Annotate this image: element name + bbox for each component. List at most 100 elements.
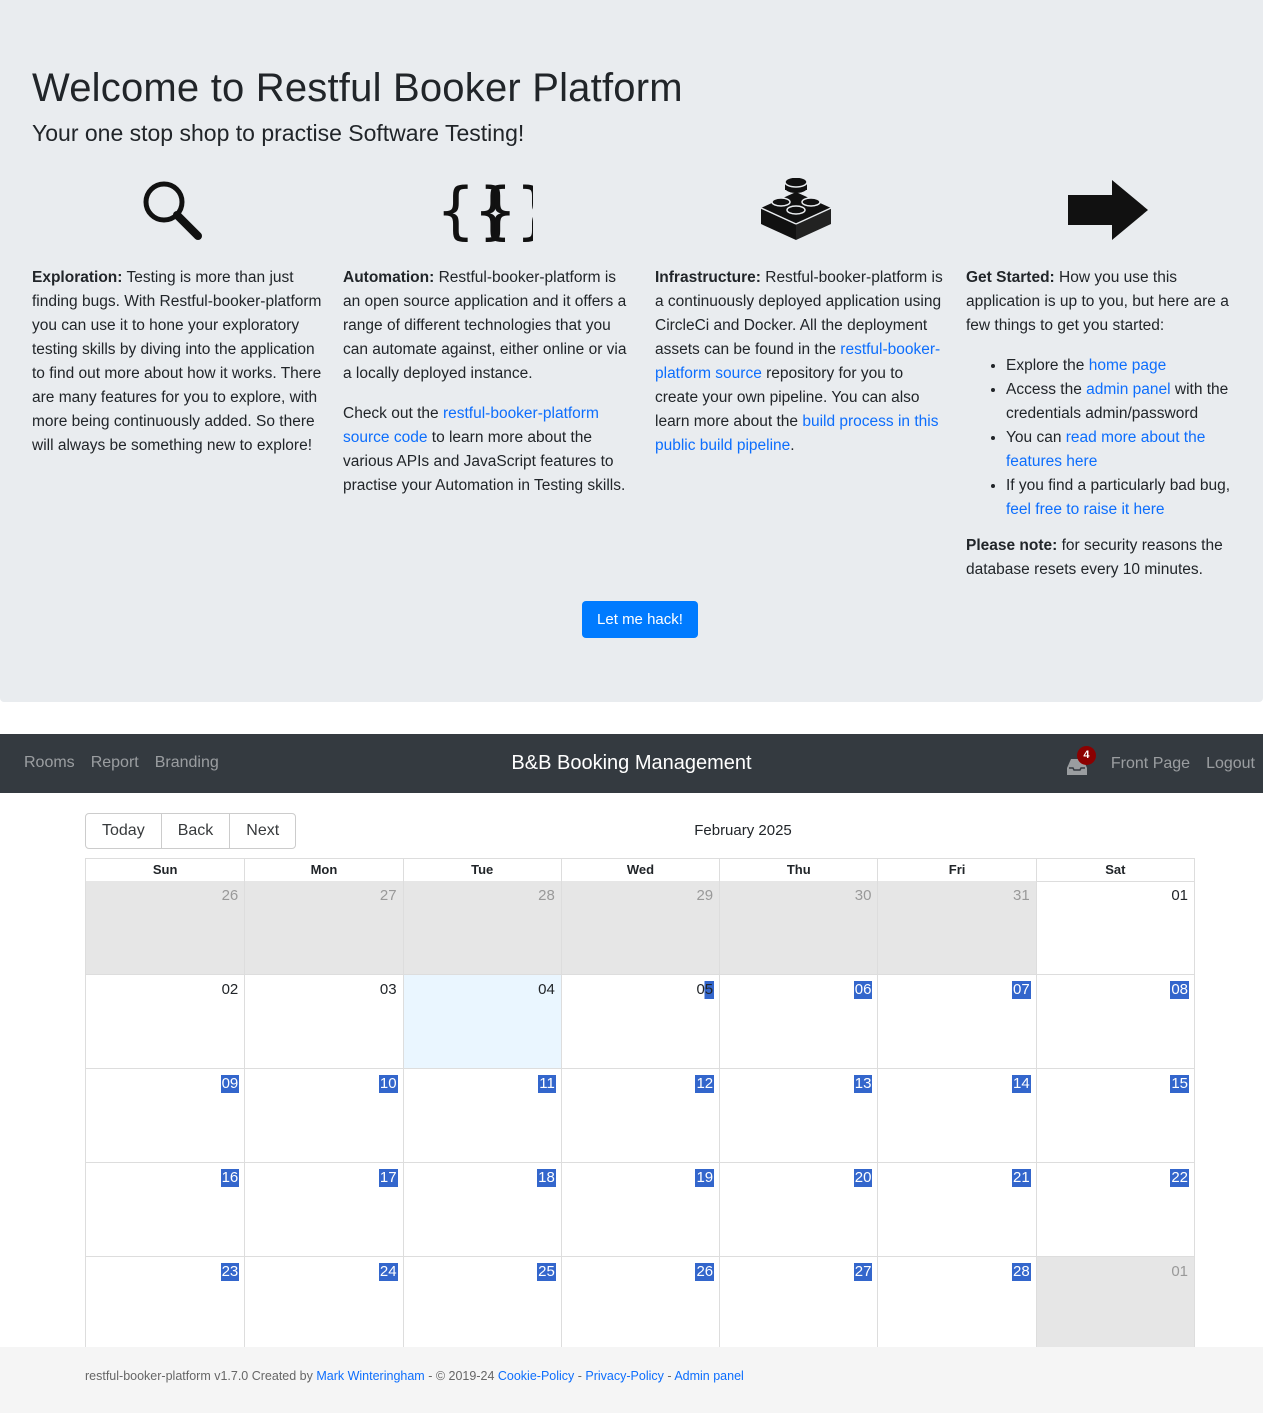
home-page-link[interactable]: home page [1089, 357, 1167, 374]
calendar-day-cell[interactable]: 02 [86, 975, 244, 1068]
day-number[interactable]: 09 [220, 1075, 240, 1093]
day-number[interactable]: 10 [378, 1075, 398, 1093]
day-number[interactable]: 24 [378, 1263, 398, 1281]
nav-front-page[interactable]: Front Page [1111, 755, 1190, 773]
calendar-day-cell[interactable]: 23 [86, 1257, 244, 1347]
nav-branding[interactable]: Branding [155, 754, 219, 772]
calendar-day-cell[interactable]: 29 [560, 881, 720, 974]
nav-rooms[interactable]: Rooms [24, 754, 75, 772]
calendar-day-cell[interactable]: 28 [877, 1257, 1035, 1347]
day-number[interactable]: 27 [853, 1263, 873, 1281]
day-number[interactable]: 17 [378, 1169, 398, 1187]
calendar-day-cell[interactable]: 16 [86, 1163, 244, 1256]
day-number[interactable]: 16 [220, 1169, 240, 1187]
calendar-day-cell[interactable]: 03 [244, 975, 402, 1068]
day-number[interactable]: 06 [853, 981, 873, 999]
next-button[interactable]: Next [229, 813, 297, 849]
day-number[interactable]: 01 [1170, 887, 1189, 905]
calendar-day-cell[interactable]: 15 [1035, 1069, 1194, 1162]
calendar-day-cell[interactable]: 11 [402, 1069, 561, 1162]
calendar-day-cell[interactable]: 08 [1035, 975, 1194, 1068]
calendar-day-cell[interactable]: 28 [402, 881, 561, 974]
calendar-day-cell[interactable]: 05 [560, 975, 719, 1068]
calendar-day-cell[interactable]: 10 [244, 1069, 402, 1162]
day-number[interactable]: 12 [695, 1075, 715, 1093]
calendar-day-cell[interactable]: 18 [402, 1163, 561, 1256]
day-number[interactable]: 11 [538, 1075, 556, 1093]
day-number[interactable]: 07 [1012, 981, 1031, 999]
weekday-sun: Sun [86, 859, 245, 882]
back-button[interactable]: Back [160, 813, 231, 849]
calendar-day-cell[interactable]: 17 [244, 1163, 402, 1256]
calendar-day-cell[interactable]: 27 [244, 881, 403, 974]
day-number[interactable]: 22 [1170, 1169, 1189, 1187]
admin-panel-link[interactable]: admin panel [1086, 381, 1170, 398]
author-link[interactable]: Mark Winteringham [316, 1369, 424, 1383]
calendar-week-row: 09 10 11 12 13 14 15 [86, 1069, 1194, 1163]
day-number[interactable]: 03 [379, 981, 398, 999]
day-number[interactable]: 19 [695, 1169, 715, 1187]
day-number[interactable]: 27 [379, 887, 398, 905]
calendar-day-cell[interactable]: 14 [877, 1069, 1035, 1162]
day-number[interactable]: 25 [537, 1263, 556, 1281]
calendar-day-cell[interactable]: 26 [86, 881, 245, 974]
calendar-day-cell[interactable]: 06 [719, 975, 877, 1068]
day-number[interactable]: 05 [695, 981, 715, 999]
calendar-day-cell[interactable]: 12 [560, 1069, 719, 1162]
let-me-hack-button[interactable]: Let me hack! [582, 601, 698, 638]
cookie-policy-link[interactable]: Cookie-Policy [498, 1369, 574, 1383]
day-number[interactable]: 13 [853, 1075, 873, 1093]
day-number[interactable]: 23 [220, 1263, 240, 1281]
day-number[interactable]: 28 [537, 887, 556, 905]
calendar-day-cell[interactable]: 01 [1035, 1257, 1194, 1347]
calendar-day-cell[interactable]: 26 [560, 1257, 719, 1347]
calendar-day-cell[interactable]: 09 [86, 1069, 244, 1162]
day-number[interactable]: 08 [1170, 981, 1189, 999]
calendar-week-row: 02 03 04 05 06 07 08 [86, 975, 1194, 1069]
day-number[interactable]: 15 [1170, 1075, 1189, 1093]
calendar-day-cell[interactable]: 01 [1035, 881, 1194, 974]
nav-report[interactable]: Report [91, 754, 139, 772]
day-number[interactable]: 18 [537, 1169, 556, 1187]
weekday-wed: Wed [560, 859, 720, 882]
calendar-day-cell[interactable]: 20 [719, 1163, 877, 1256]
calendar-day-cell[interactable]: 07 [877, 975, 1035, 1068]
admin-navbar: B&B Booking Management Rooms Report Bran… [0, 734, 1263, 793]
magnifier-icon [143, 181, 202, 240]
calendar-day-cell[interactable]: 25 [402, 1257, 561, 1347]
day-number[interactable]: 31 [1012, 887, 1031, 905]
day-number[interactable]: 30 [854, 887, 873, 905]
day-number[interactable]: 04 [537, 981, 556, 999]
calendar-day-cell[interactable]: 22 [1035, 1163, 1194, 1256]
messages-button[interactable]: 4 [1065, 746, 1096, 775]
nav-logout[interactable]: Logout [1206, 755, 1255, 773]
calendar-day-cell[interactable]: 19 [560, 1163, 719, 1256]
calendar-day-cell[interactable]: 30 [719, 881, 878, 974]
calendar-day-cell[interactable]: 21 [877, 1163, 1035, 1256]
lego-brick-icon [760, 178, 832, 240]
day-number[interactable]: 20 [853, 1169, 873, 1187]
day-number[interactable]: 21 [1012, 1169, 1031, 1187]
privacy-policy-link[interactable]: Privacy-Policy [585, 1369, 664, 1383]
get-started-list: Explore the home page Access the admin p… [1006, 354, 1246, 522]
calendar-day-cell[interactable]: 31 [877, 881, 1036, 974]
day-number[interactable]: 26 [221, 887, 240, 905]
calendar-day-cell[interactable]: 24 [244, 1257, 402, 1347]
day-number[interactable]: 02 [221, 981, 240, 999]
day-number[interactable]: 29 [695, 887, 714, 905]
calendar-month-view: Sun Mon Tue Wed Thu Fri Sat 26 27 28 29 30 31 01 02 03… [85, 858, 1195, 1347]
calendar-week-row: 16 17 18 19 20 21 22 [86, 1163, 1194, 1257]
day-number[interactable]: 28 [1012, 1263, 1031, 1281]
admin-panel-footer-link[interactable]: Admin panel [674, 1369, 744, 1383]
footer: restful-booker-platform v1.7.0 Created b… [0, 1347, 1263, 1413]
calendar-day-cell[interactable]: 13 [719, 1069, 877, 1162]
calendar-day-cell[interactable]: 04 [402, 975, 561, 1068]
raise-bug-link[interactable]: feel free to raise it here [1006, 501, 1165, 518]
calendar-day-cell[interactable]: 27 [719, 1257, 877, 1347]
today-button[interactable]: Today [85, 813, 162, 849]
page-title: Welcome to Restful Booker Platform [32, 66, 683, 110]
day-number[interactable]: 01 [1170, 1263, 1189, 1281]
day-number[interactable]: 14 [1012, 1075, 1031, 1093]
day-number[interactable]: 26 [695, 1263, 715, 1281]
weekday-thu: Thu [719, 859, 878, 882]
